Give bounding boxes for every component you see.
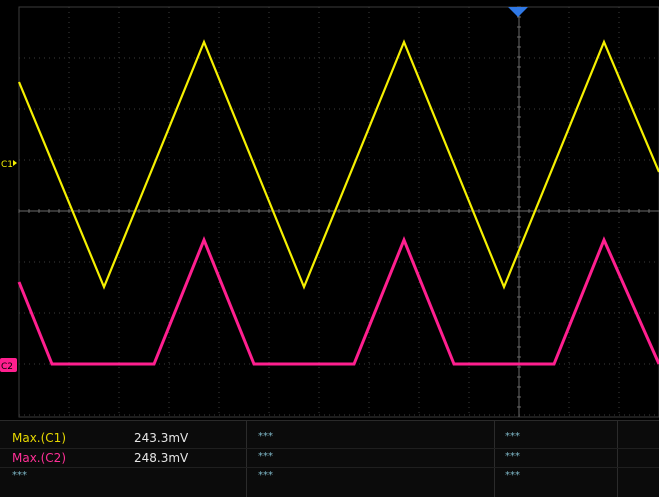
measurement-row[interactable]: Max.(C1) 243.3mV *** *** xyxy=(0,429,659,449)
measurement-label: Max.(C1) xyxy=(12,431,66,445)
measurement-slot: *** xyxy=(505,451,520,462)
measurement-slot: *** xyxy=(505,470,520,481)
svg-text:C2: C2 xyxy=(1,362,13,372)
waveform-display[interactable]: C1 C2 xyxy=(0,0,659,420)
measurement-slot: *** xyxy=(258,470,273,481)
measurement-row[interactable]: Max.(C2) 248.3mV *** *** xyxy=(0,449,659,469)
measurement-slot: *** xyxy=(258,451,273,462)
channel1-marker[interactable]: C1 xyxy=(1,160,17,170)
measurement-row[interactable]: *** *** *** xyxy=(0,468,659,488)
svg-text:C1: C1 xyxy=(1,160,13,170)
measurement-slot: *** xyxy=(505,431,520,442)
channel2-marker[interactable]: C2 xyxy=(0,358,17,372)
trigger-position-icon[interactable] xyxy=(508,7,528,17)
measurement-label: *** xyxy=(12,470,27,481)
measurement-panel: Max.(C1) 243.3mV *** *** Max.(C2) 248.3m… xyxy=(0,420,659,497)
measurement-slot: *** xyxy=(258,431,273,442)
graticule-grid xyxy=(18,6,659,418)
measurement-value: 248.3mV xyxy=(134,451,189,465)
measurement-label: Max.(C2) xyxy=(12,451,66,465)
measurement-value: 243.3mV xyxy=(134,431,189,445)
channel1-trace xyxy=(17,39,659,290)
